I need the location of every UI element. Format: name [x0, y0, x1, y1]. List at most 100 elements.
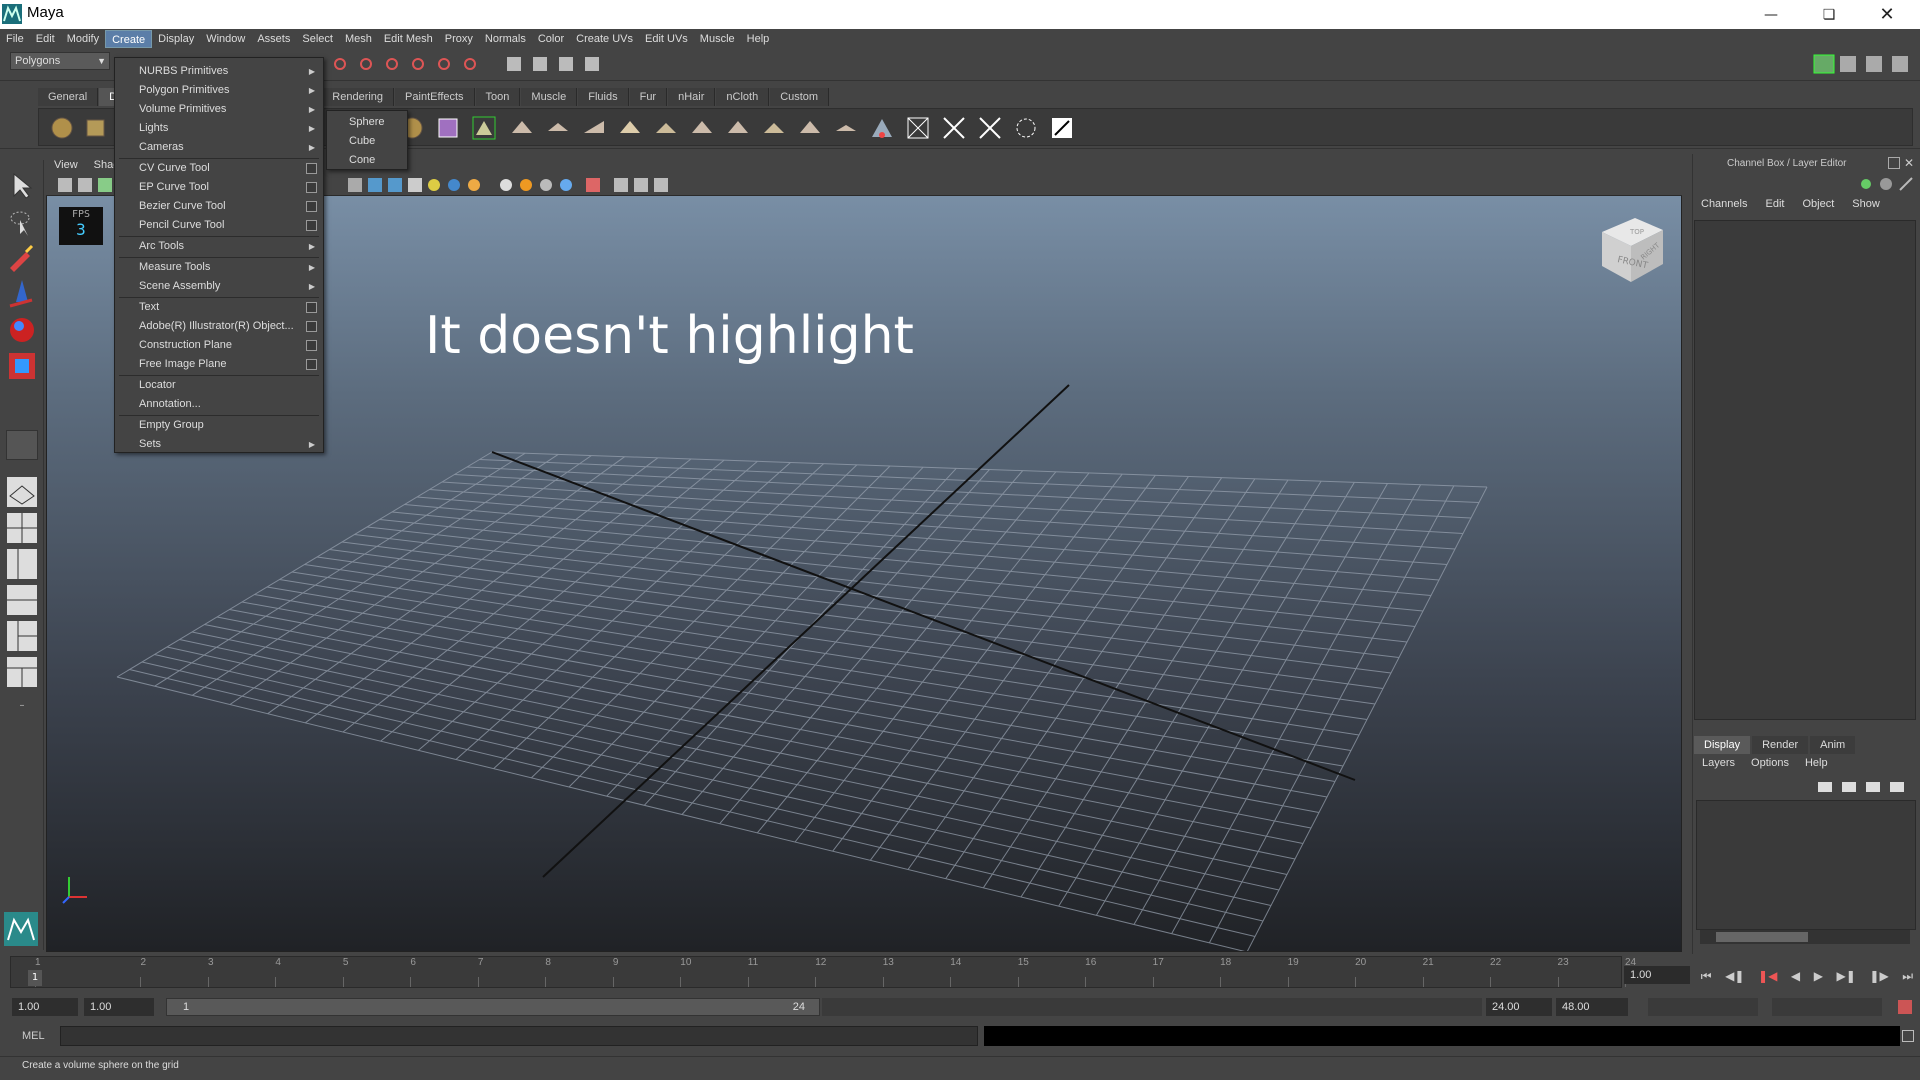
layer-menu-options[interactable]: Options [1743, 757, 1797, 769]
playback-start-field[interactable]: 1.00 [84, 998, 154, 1016]
layer-tab-anim[interactable]: Anim [1810, 736, 1856, 754]
time-slider[interactable]: 1 2 3 4 5 6 7 8 9 10 11 12 13 14 15 16 17 18 19 20 21 22 23 24 [10, 956, 1636, 988]
create-menu-item-locator[interactable]: Locator [115, 376, 323, 395]
layer-list-scrollbar[interactable] [1700, 930, 1910, 944]
menu-window[interactable]: Window [200, 30, 251, 48]
anim-layer-dropdown[interactable] [1648, 998, 1758, 1016]
sphere-shelf-icon[interactable] [49, 115, 75, 141]
auto-key-icon[interactable] [1898, 1000, 1912, 1014]
shelf-tab-toon[interactable]: Toon [475, 88, 521, 106]
menu-color[interactable]: Color [532, 30, 570, 48]
shelf-tab-rendering[interactable]: Rendering [322, 88, 395, 106]
play-forwards-icon[interactable]: ▶ [1814, 969, 1823, 983]
shelf-tab-fur[interactable]: Fur [629, 88, 668, 106]
create-menu-item-measure-tools[interactable]: Measure Tools ▶ [115, 258, 323, 277]
script-editor-icon[interactable] [1902, 1030, 1914, 1042]
render-layout-icon[interactable] [6, 656, 38, 688]
squash-tool-icon[interactable] [653, 115, 679, 141]
move-tool-icon[interactable] [6, 278, 38, 310]
menu-create-uvs[interactable]: Create UVs [570, 30, 639, 48]
option-box-icon[interactable] [306, 302, 317, 313]
outliner-layout-icon[interactable] [6, 548, 38, 580]
maya-home-icon[interactable] [4, 912, 38, 946]
create-menu-item-lights[interactable]: Lights ▶ [115, 119, 323, 138]
character-set-dropdown[interactable] [1772, 998, 1882, 1016]
shelf-tab-painteffects[interactable]: PaintEffects [395, 88, 475, 106]
toolbox-collapse-icon[interactable]: – [6, 700, 38, 714]
channel-box-menu-edit[interactable]: Edit [1756, 198, 1793, 214]
shelf-tab-custom[interactable]: Custom [770, 88, 830, 106]
create-menu-item-volume-primitives[interactable]: Volume Primitives ▶ [115, 100, 323, 119]
channel-box-menu-show[interactable]: Show [1843, 198, 1889, 214]
wave-tool-icon[interactable] [725, 115, 751, 141]
close-icon[interactable]: ✕ [1864, 0, 1910, 29]
range-track[interactable] [822, 998, 1482, 1016]
menu-normals[interactable]: Normals [479, 30, 532, 48]
poly-cube-shelf-icon[interactable] [435, 115, 461, 141]
hypershade-layout-icon[interactable] [6, 620, 38, 652]
four-view-layout-icon[interactable] [6, 512, 38, 544]
deform-tool-icon[interactable] [509, 115, 535, 141]
snap-icons[interactable] [505, 54, 615, 74]
cluster-icon[interactable] [905, 115, 931, 141]
menu-assets[interactable]: Assets [251, 30, 296, 48]
twist-tool-icon[interactable] [689, 115, 715, 141]
shelf-tab-muscle[interactable]: Muscle [521, 88, 578, 106]
menu-edit[interactable]: Edit [30, 30, 61, 48]
panel-toggle-icons[interactable] [1812, 53, 1916, 75]
channel-box-tool-icons[interactable] [1858, 176, 1918, 192]
create-menu-item-ep-curve-tool[interactable]: EP Curve Tool [115, 178, 323, 197]
mel-label[interactable]: MEL [22, 1030, 45, 1042]
viewcube-icon[interactable]: FRONT TOP RIGHT [1597, 212, 1667, 286]
playback-end-field[interactable]: 24.00 [1486, 998, 1552, 1016]
scale-tool-icon[interactable] [6, 350, 38, 382]
flare-tool-icon[interactable] [581, 115, 607, 141]
channel-box-menu-object[interactable]: Object [1793, 198, 1843, 214]
step-forward-frame-icon[interactable]: ▶❚ [1837, 969, 1856, 983]
create-menu-item-annotation[interactable]: Annotation... [115, 395, 323, 414]
lasso-tool-icon[interactable] [6, 206, 38, 238]
bend-tool-icon[interactable] [545, 115, 571, 141]
menu-modify[interactable]: Modify [61, 30, 105, 48]
rotate-tool-icon[interactable] [6, 314, 38, 346]
panel-float-icon[interactable] [1888, 157, 1900, 169]
menu-create[interactable]: Create [105, 30, 153, 48]
create-menu-item-text[interactable]: Text [115, 298, 323, 317]
scrollbar-thumb[interactable] [1716, 932, 1808, 942]
create-menu-item-free-image-plane[interactable]: Free Image Plane [115, 355, 323, 374]
jiggle-icon[interactable] [977, 115, 1003, 141]
go-to-start-icon[interactable]: ⏮ [1701, 969, 1712, 984]
option-box-icon[interactable] [306, 340, 317, 351]
volume-cube-item[interactable]: Cube [327, 132, 407, 151]
shelf-tab-general[interactable]: General [38, 88, 99, 106]
play-backwards-icon[interactable]: ◀ [1791, 969, 1800, 983]
step-back-key-icon[interactable]: ◀❚ [1725, 969, 1744, 983]
channel-box-list[interactable] [1694, 220, 1916, 720]
lattice-tool-icon[interactable] [761, 115, 787, 141]
wrap-tool-icon[interactable] [797, 115, 823, 141]
menu-mesh[interactable]: Mesh [339, 30, 378, 48]
create-menu-item-scene-assembly[interactable]: Scene Assembly ▶ [115, 277, 323, 296]
menuset-dropdown[interactable]: Polygons ▼ [10, 52, 110, 70]
animation-start-field[interactable]: 1.00 [12, 998, 78, 1016]
poly-plane-shelf-icon[interactable] [471, 115, 497, 141]
option-box-icon[interactable] [306, 163, 317, 174]
volume-sphere-item[interactable]: Sphere [327, 113, 407, 132]
restore-icon[interactable]: ❏ [1806, 0, 1852, 29]
create-menu-item-nurbs-primitives[interactable]: NURBS Primitives ▶ [115, 62, 323, 81]
layer-tab-display[interactable]: Display [1694, 736, 1751, 754]
create-menu-item-empty-group[interactable]: Empty Group [115, 416, 323, 435]
create-menu-item-pencil-curve-tool[interactable]: Pencil Curve Tool [115, 216, 323, 235]
minimize-icon[interactable]: — [1748, 0, 1794, 29]
animation-end-field[interactable]: 48.00 [1556, 998, 1628, 1016]
blend-shape-icon[interactable] [1013, 115, 1039, 141]
option-box-icon[interactable] [306, 182, 317, 193]
option-box-icon[interactable] [306, 201, 317, 212]
current-time-field[interactable]: 1.00 [1624, 966, 1690, 984]
range-slider[interactable]: 1 24 [166, 998, 820, 1016]
menu-file[interactable]: File [0, 30, 30, 48]
shelf-tab-ncloth[interactable]: nCloth [716, 88, 770, 106]
go-to-end-icon[interactable]: ⏭ [1902, 969, 1913, 984]
viewport-menu-view[interactable]: View [46, 159, 86, 171]
soft-mod-icon[interactable] [941, 115, 967, 141]
